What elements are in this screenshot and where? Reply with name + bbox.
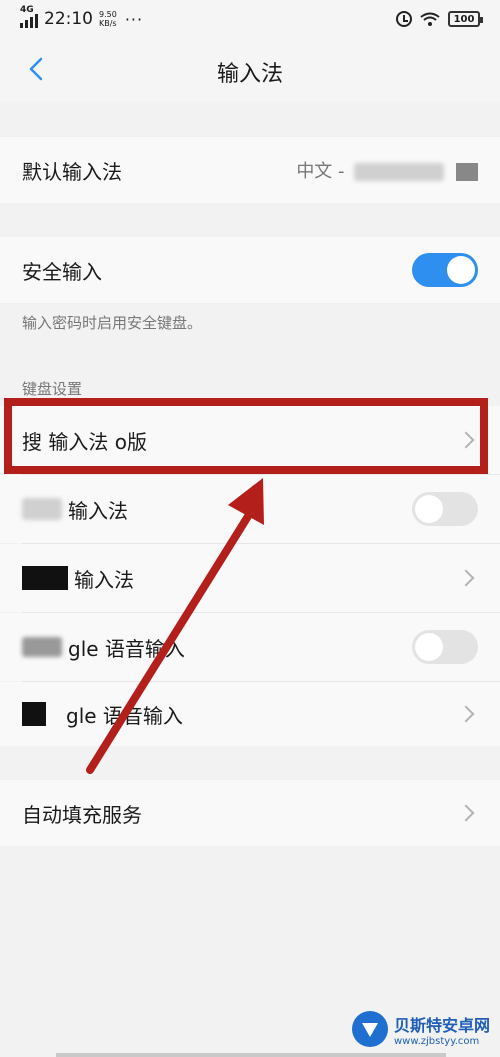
page-title: 输入法 <box>216 62 283 87</box>
speed-unit: KB/s <box>99 19 117 28</box>
ime-item-3-label: 输入法 <box>74 567 134 592</box>
battery-icon: 100 <box>448 11 483 27</box>
signal-icon: 4G <box>20 5 38 28</box>
wifi-icon <box>420 12 440 26</box>
secure-input-description: 输入密码时启用安全键盘。 <box>22 314 203 332</box>
secure-input-toggle[interactable] <box>412 253 478 287</box>
ime-item-3[interactable]: 输入法 <box>0 544 500 612</box>
network-speed: 9.50 KB/s <box>99 10 117 28</box>
ime-item-4-toggle[interactable] <box>412 630 478 664</box>
more-notifications-icon: ··· <box>124 9 144 29</box>
default-ime-value: 中文 - <box>296 157 478 183</box>
toggle-knob <box>415 495 443 523</box>
nav-bar: 输入法 <box>0 38 500 102</box>
ime-item-4-label: gle 语音输入 <box>68 636 185 661</box>
redacted-region <box>22 566 68 590</box>
watermark: 贝斯特安卓网 www.zjbstyy.com <box>351 1011 490 1047</box>
ime-item-5-label: gle 语音输入 <box>66 703 183 728</box>
ime-item-4: gle 语音输入 <box>0 613 500 681</box>
blurred-region <box>22 498 62 520</box>
default-ime-label: 默认输入法 <box>22 159 122 184</box>
speed-value: 9.50 <box>99 10 117 19</box>
chevron-right-icon <box>457 705 475 723</box>
secure-input-label: 安全输入 <box>22 259 102 284</box>
keyboard-settings-header: 键盘设置 <box>22 380 83 398</box>
network-type: 4G <box>20 5 34 15</box>
default-ime-row[interactable]: 默认输入法 中文 - <box>0 137 500 203</box>
watermark-text: 贝斯特安卓网 www.zjbstyy.com <box>394 1012 490 1047</box>
blurred-region <box>354 163 445 181</box>
toggle-knob <box>415 633 443 661</box>
watermark-name: 贝斯特安卓网 <box>393 1015 490 1035</box>
watermark-logo-icon <box>351 1011 388 1047</box>
toggle-knob <box>447 256 475 284</box>
autofill-service-label: 自动填充服务 <box>22 802 142 827</box>
chevron-right-icon <box>457 804 475 822</box>
home-indicator <box>56 1053 446 1057</box>
redacted-region <box>456 163 478 181</box>
ime-item-2-label: 输入法 <box>68 498 128 523</box>
ime-item-2: 输入法 <box>0 475 500 543</box>
chevron-right-icon <box>457 569 475 587</box>
status-bar: 4G 22:10 9.50 KB/s ··· 100 <box>0 0 500 38</box>
ime-item-2-toggle[interactable] <box>412 492 478 526</box>
watermark-url: www.zjbstyy.com <box>393 1035 480 1047</box>
blurred-region <box>22 637 62 657</box>
highlight-box <box>4 398 488 474</box>
autofill-service-row[interactable]: 自动填充服务 <box>0 780 500 846</box>
default-ime-value-text: 中文 - <box>296 161 345 182</box>
secure-input-row: 安全输入 <box>0 237 500 303</box>
alarm-icon <box>396 11 412 27</box>
ime-item-5[interactable]: gle 语音输入 <box>0 682 500 746</box>
redacted-region <box>22 702 46 726</box>
clock: 22:10 <box>44 9 93 29</box>
